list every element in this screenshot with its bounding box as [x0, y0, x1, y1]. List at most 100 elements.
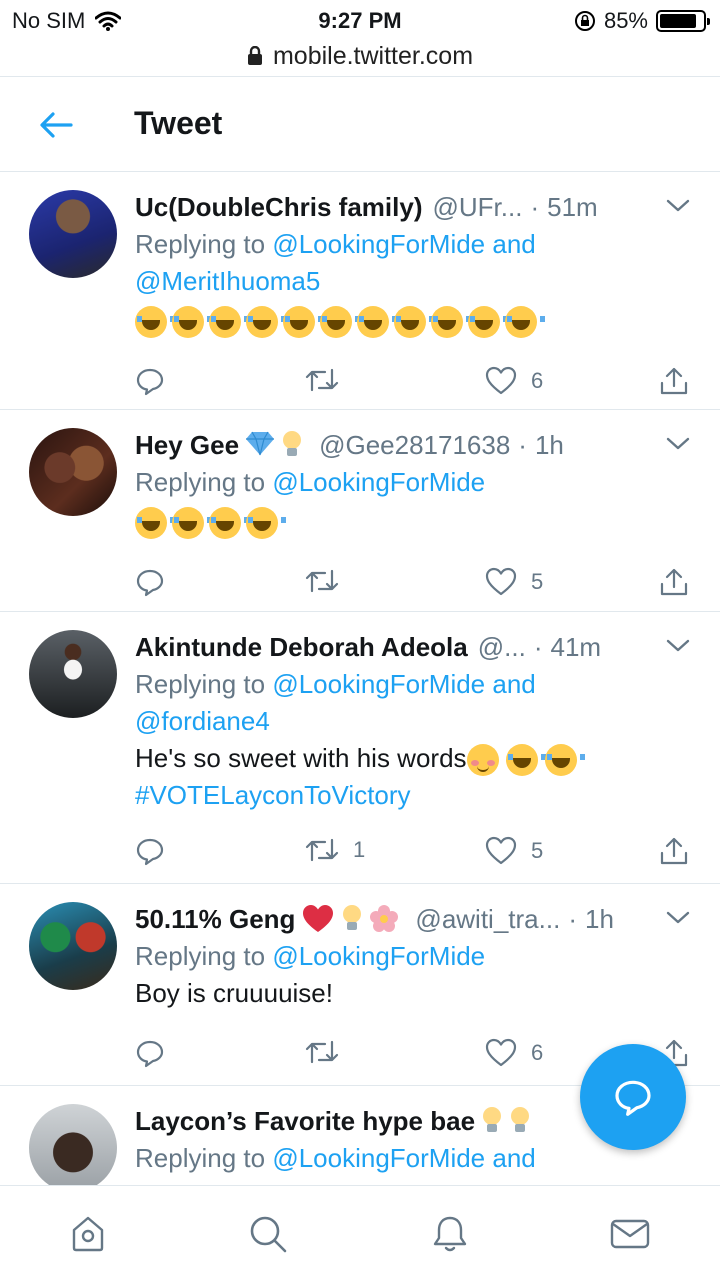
- heart-icon: [485, 836, 517, 865]
- user-name[interactable]: Akintunde Deborah Adeola: [135, 628, 468, 666]
- reply-prefix: Replying to: [135, 941, 266, 971]
- avatar[interactable]: [29, 190, 117, 278]
- search-icon: [250, 1216, 287, 1253]
- avatar[interactable]: [29, 630, 117, 718]
- share-button[interactable]: [659, 567, 689, 597]
- separator-dot: ·: [568, 904, 577, 934]
- reply-mention-link[interactable]: @LookingForMide and: [272, 669, 535, 699]
- nav-notifications[interactable]: [428, 1212, 472, 1256]
- blushing-emoji-icon: [466, 744, 499, 777]
- status-bar: No SIM 9:27 PM 85%: [0, 0, 720, 40]
- avatar[interactable]: [29, 902, 117, 990]
- name-emojis: [481, 1106, 531, 1136]
- share-icon: [660, 837, 688, 865]
- user-name[interactable]: Uc(DoubleChris family): [135, 188, 423, 226]
- user-name[interactable]: Laycon’s Favorite hype bae: [135, 1102, 475, 1140]
- like-button[interactable]: 6: [485, 366, 543, 396]
- like-button[interactable]: 6: [485, 1038, 543, 1068]
- heart-icon: [485, 567, 517, 596]
- laughing-emoji-icon: [394, 306, 434, 338]
- app-header: Tweet: [0, 76, 720, 172]
- tweet[interactable]: Hey Gee @Gee28171638 · 1h Replying to @L…: [0, 410, 720, 612]
- heart-icon: [485, 366, 517, 395]
- user-handle[interactable]: @...: [478, 628, 526, 666]
- retweet-button[interactable]: [305, 567, 353, 595]
- separator-dot: ·: [518, 430, 527, 460]
- reply-mention-link[interactable]: @MeritIhuoma5: [135, 266, 320, 296]
- tweet-time[interactable]: 1h: [535, 426, 564, 464]
- laughing-emoji-icon: [172, 306, 212, 338]
- reply-prefix: Replying to: [135, 1143, 266, 1173]
- nav-search[interactable]: [246, 1212, 290, 1256]
- reply-button[interactable]: [135, 366, 179, 396]
- retweet-button[interactable]: 1: [305, 836, 365, 864]
- tweet-time[interactable]: 1h: [585, 900, 614, 938]
- reply-context: Replying to @LookingForMide and @fordian…: [135, 666, 700, 740]
- url-bar[interactable]: mobile.twitter.com: [0, 36, 720, 76]
- laughing-emoji-icon: [320, 306, 360, 338]
- tweet-emojis: [135, 306, 700, 338]
- reply-button[interactable]: [135, 567, 179, 597]
- avatar[interactable]: [29, 428, 117, 516]
- compose-reply-button[interactable]: [580, 1044, 686, 1150]
- laughing-emoji-icon: [505, 306, 545, 338]
- reply-icon: [136, 368, 164, 396]
- reply-context: Replying to @LookingForMide: [135, 464, 700, 501]
- nav-messages[interactable]: [608, 1212, 652, 1256]
- retweet-button[interactable]: [305, 1038, 353, 1066]
- reply-mention-link[interactable]: @LookingForMide and: [272, 1143, 535, 1173]
- user-handle[interactable]: @awiti_tra...: [415, 900, 560, 938]
- chevron-down-icon[interactable]: [664, 434, 692, 454]
- chevron-down-icon[interactable]: [664, 636, 692, 656]
- laughing-emoji-icon: [468, 306, 508, 338]
- separator-dot: ·: [530, 192, 540, 222]
- user-handle[interactable]: @Gee28171638: [319, 426, 510, 464]
- tweet-timeline[interactable]: Uc(DoubleChris family) @UFr... · 51m Rep…: [0, 172, 720, 1185]
- like-button[interactable]: 5: [485, 836, 543, 866]
- tweet-text: Boy is cruuuuise!: [135, 975, 700, 1012]
- heart-icon: [485, 1038, 517, 1067]
- tweet-time[interactable]: 51m: [547, 188, 598, 226]
- hashtag-link[interactable]: #VOTELayconToVictory: [135, 780, 411, 810]
- tweet[interactable]: Uc(DoubleChris family) @UFr... · 51m Rep…: [0, 172, 720, 410]
- name-emojis: [301, 904, 399, 934]
- reply-prefix: Replying to: [135, 229, 266, 259]
- reply-prefix: Replying to: [135, 669, 266, 699]
- user-handle[interactable]: @UFr...: [433, 188, 523, 226]
- reply-mention-link[interactable]: @LookingForMide: [272, 941, 485, 971]
- share-icon: [660, 367, 688, 395]
- lock-icon: [247, 46, 262, 65]
- tweet-text: He's so sweet with his words #VOTELaycon…: [135, 740, 700, 814]
- retweet-button[interactable]: [305, 366, 353, 394]
- reply-mention-link[interactable]: @LookingForMide: [272, 467, 485, 497]
- reply-mention-link[interactable]: @LookingForMide and: [272, 229, 535, 259]
- laughing-emoji-icon: [135, 306, 175, 338]
- reply-mention-link[interactable]: @fordiane4: [135, 706, 270, 736]
- tweet-header: Hey Gee @Gee28171638 · 1h: [135, 426, 700, 464]
- share-button[interactable]: [659, 366, 689, 396]
- chevron-down-icon[interactable]: [664, 908, 692, 928]
- user-name[interactable]: Hey Gee: [135, 426, 239, 464]
- avatar[interactable]: [29, 1104, 117, 1185]
- light-bulb-emoji-icon: [283, 431, 302, 456]
- retweet-icon: [305, 569, 339, 593]
- flower-emoji-icon: [370, 905, 399, 932]
- back-button[interactable]: [36, 105, 76, 145]
- nav-home[interactable]: [66, 1212, 110, 1256]
- laughing-emoji-icon: [357, 306, 397, 338]
- reply-button[interactable]: [135, 836, 179, 866]
- like-count: 6: [531, 368, 544, 393]
- tweet-header: Uc(DoubleChris family) @UFr... · 51m: [135, 188, 700, 226]
- tweet-time[interactable]: 41m: [550, 628, 601, 666]
- reply-button[interactable]: [135, 1038, 179, 1068]
- user-name[interactable]: 50.11% Geng: [135, 900, 295, 938]
- retweet-icon: [305, 1040, 339, 1064]
- retweet-icon: [305, 368, 339, 392]
- share-button[interactable]: [659, 836, 689, 866]
- notifications-icon: [433, 1216, 467, 1252]
- tweet-actions: 6: [135, 354, 700, 414]
- chevron-down-icon[interactable]: [664, 196, 692, 216]
- like-button[interactable]: 5: [485, 567, 543, 597]
- tweet[interactable]: Akintunde Deborah Adeola @... · 41m Repl…: [0, 612, 720, 884]
- reply-context: Replying to @LookingForMide and @MeritIh…: [135, 226, 700, 300]
